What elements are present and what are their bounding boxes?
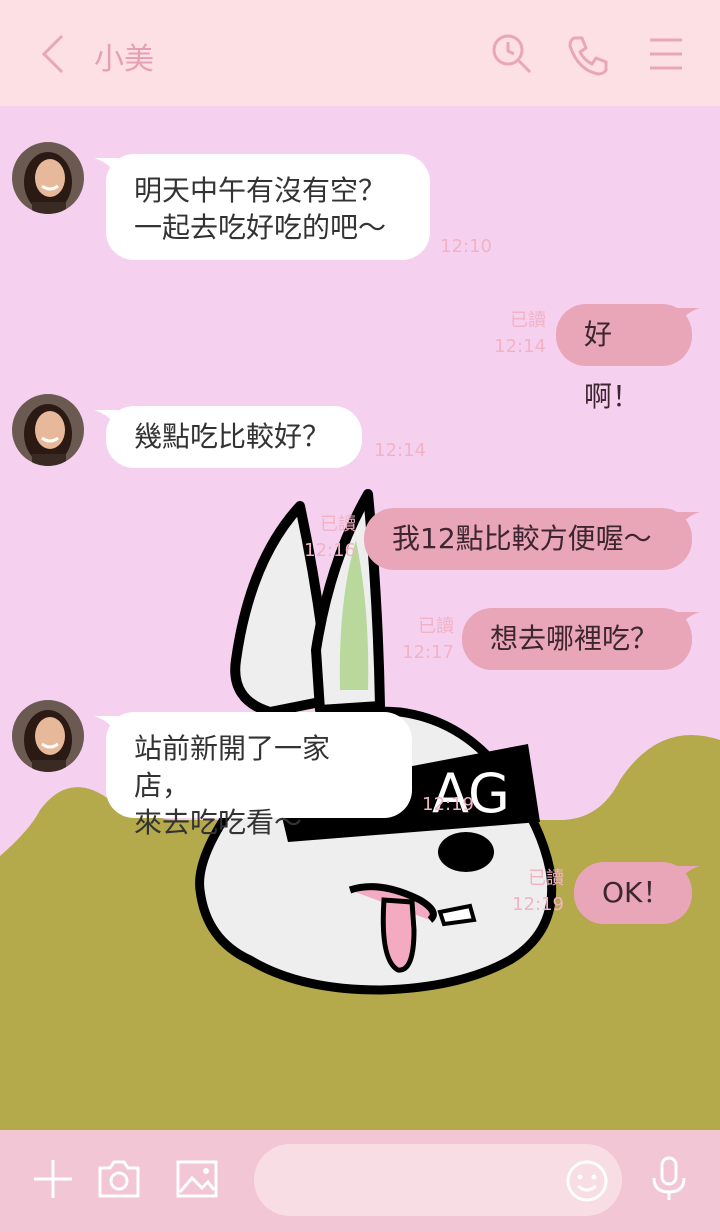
- search-icon[interactable]: [490, 32, 534, 76]
- message-time: 12:19: [422, 794, 474, 815]
- outgoing-message-bubble[interactable]: 我12點比較方便喔～: [364, 508, 692, 570]
- message-time: 12:16: [304, 540, 356, 561]
- avatar-photo: [12, 700, 84, 772]
- incoming-message-bubble[interactable]: 明天中午有沒有空？ 一起去吃好吃的吧～: [106, 154, 430, 260]
- message-time: 12:14: [494, 336, 546, 357]
- read-receipt: 已讀: [320, 514, 356, 535]
- message-time: 12:19: [512, 894, 564, 915]
- menu-icon[interactable]: [644, 32, 688, 76]
- contact-avatar[interactable]: [12, 700, 84, 772]
- image-icon[interactable]: [174, 1156, 220, 1202]
- read-receipt: 已讀: [418, 616, 454, 637]
- plus-icon[interactable]: [30, 1156, 76, 1202]
- incoming-message-bubble[interactable]: 幾點吃比較好？: [106, 406, 362, 468]
- message-text-line: 明天中午有沒有空？: [134, 174, 387, 207]
- chevron-left-icon[interactable]: [36, 34, 72, 74]
- incoming-message-bubble[interactable]: 站前新開了一家店， 來去吃吃看～: [106, 712, 412, 839]
- contact-avatar[interactable]: [12, 394, 84, 466]
- message-text-line: 幾點吃比較好？: [134, 420, 331, 453]
- chat-title: 小美: [94, 42, 154, 77]
- phone-icon[interactable]: [566, 32, 610, 76]
- message-text-line: 一起去吃好吃的吧～: [134, 211, 387, 244]
- emoji-icon[interactable]: [564, 1158, 610, 1204]
- outgoing-message-bubble[interactable]: 好啊！: [556, 304, 692, 413]
- message-time: 12:17: [402, 642, 454, 663]
- chat-header: 小美: [0, 0, 720, 106]
- microphone-icon[interactable]: [646, 1156, 692, 1202]
- outgoing-message-bubble[interactable]: 想去哪裡吃？: [462, 608, 692, 670]
- contact-avatar[interactable]: [12, 142, 84, 214]
- read-receipt: 已讀: [528, 868, 564, 889]
- avatar-photo: [12, 394, 84, 466]
- message-text-line: 站前新開了一家店，: [134, 732, 331, 802]
- message-text-line: 來去吃吃看～: [134, 806, 303, 839]
- read-receipt: 已讀: [510, 310, 546, 331]
- outgoing-message-bubble[interactable]: OK！: [574, 862, 692, 924]
- message-time: 12:14: [374, 440, 426, 461]
- message-time: 12:10: [440, 236, 492, 257]
- camera-icon[interactable]: [96, 1156, 142, 1202]
- avatar-photo: [12, 142, 84, 214]
